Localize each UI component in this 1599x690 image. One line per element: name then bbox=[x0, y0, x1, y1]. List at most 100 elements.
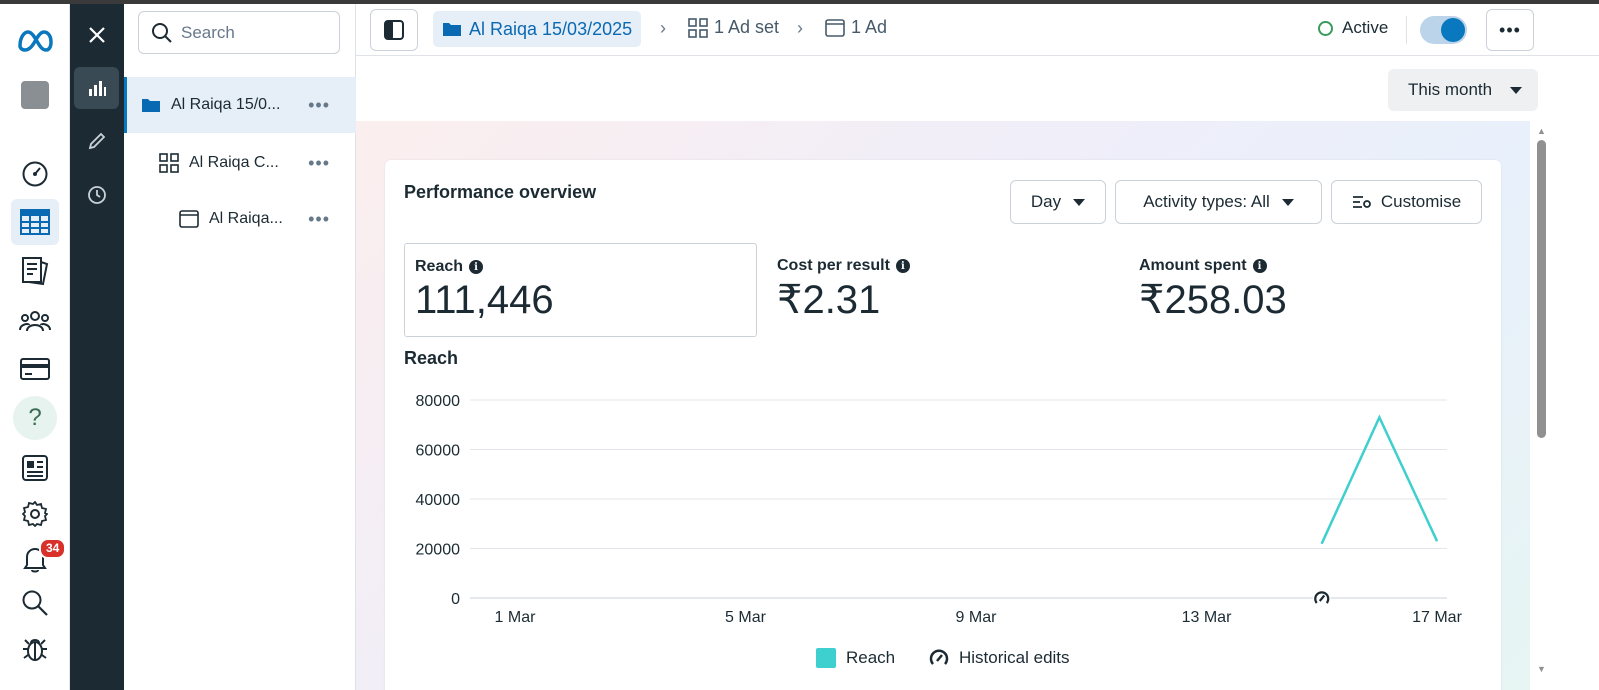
search-icon[interactable] bbox=[11, 580, 59, 626]
close-panel-button[interactable] bbox=[74, 14, 119, 56]
breadcrumb-ad-label: 1 Ad bbox=[851, 17, 888, 37]
data-point bbox=[1321, 543, 1323, 545]
caret-down-icon bbox=[1073, 198, 1086, 206]
active-toggle[interactable] bbox=[1420, 16, 1467, 44]
x-tick-label: 17 Mar bbox=[1412, 609, 1462, 626]
settings-gear-icon[interactable] bbox=[11, 491, 59, 537]
ads-manager-table-icon[interactable] bbox=[11, 199, 59, 245]
legend-swatch bbox=[816, 648, 836, 668]
adset-grid-icon bbox=[688, 17, 708, 38]
breadcrumb-campaign-label: Al Raiqa 15/03/2025 bbox=[469, 18, 633, 39]
customise-label: Customise bbox=[1380, 192, 1462, 211]
date-range-dropdown[interactable]: This month bbox=[1388, 69, 1538, 111]
status-indicator: Active bbox=[1318, 18, 1388, 38]
notifications-bell-icon[interactable]: 34 bbox=[11, 536, 67, 582]
tree-item-adset[interactable]: Al Raiqa C... ••• bbox=[124, 135, 356, 191]
audiences-icon[interactable] bbox=[11, 298, 59, 344]
metric-cost-per-result[interactable]: Cost per result i ₹2.31 bbox=[767, 243, 1107, 337]
adset-grid-icon bbox=[159, 153, 179, 173]
billing-card-icon[interactable] bbox=[11, 346, 59, 392]
info-icon[interactable]: i bbox=[469, 260, 484, 274]
toggle-sidebar-button[interactable] bbox=[370, 9, 418, 51]
chevron-right-icon: › bbox=[797, 18, 803, 38]
legend-label: Reach bbox=[846, 648, 896, 667]
more-options-icon[interactable]: ••• bbox=[308, 95, 330, 116]
search-icon bbox=[152, 22, 172, 43]
scroll-up-arrow-icon[interactable]: ▲ bbox=[1537, 126, 1546, 136]
date-range-label: This month bbox=[1408, 80, 1493, 99]
clock-icon bbox=[87, 186, 106, 204]
breadcrumb-ad[interactable]: 1 Ad bbox=[825, 17, 887, 38]
folder-icon bbox=[443, 23, 461, 36]
breadcrumb-campaign[interactable]: Al Raiqa 15/03/2025 bbox=[433, 11, 642, 47]
search-input[interactable]: Search bbox=[138, 11, 340, 54]
customise-button[interactable]: Customise bbox=[1331, 180, 1482, 224]
activity-types-label: Activity types: All bbox=[1143, 192, 1270, 211]
day-dropdown[interactable]: Day bbox=[1010, 180, 1106, 224]
scroll-down-arrow-icon[interactable]: ▼ bbox=[1537, 664, 1546, 674]
y-tick-label: 20000 bbox=[416, 542, 461, 559]
bar-chart-icon bbox=[88, 81, 106, 96]
series-line-reach bbox=[1320, 414, 1439, 545]
avatar-image bbox=[21, 81, 49, 109]
activity-types-dropdown[interactable]: Activity types: All bbox=[1115, 180, 1322, 224]
breadcrumb-adset[interactable]: 1 Ad set bbox=[688, 17, 779, 38]
x-tick-label: 9 Mar bbox=[956, 609, 998, 626]
card-title: Performance overview bbox=[404, 182, 597, 202]
help-button[interactable]: ? bbox=[11, 395, 59, 441]
tree-item-ad[interactable]: Al Raiqa... ••• bbox=[124, 191, 356, 247]
metric-value: ₹258.03 bbox=[1139, 278, 1287, 322]
y-tick-label: 40000 bbox=[416, 492, 461, 509]
account-avatar[interactable] bbox=[11, 72, 59, 118]
more-options-icon[interactable]: ••• bbox=[308, 153, 330, 174]
header-divider bbox=[1406, 16, 1407, 44]
metric-label: Cost per result bbox=[777, 257, 890, 274]
notification-count-badge: 34 bbox=[39, 538, 67, 559]
news-icon[interactable] bbox=[11, 445, 59, 491]
meta-logo-icon[interactable] bbox=[11, 18, 59, 64]
reach-line-chart: 0 20000 40000 60000 80000 1 Mar 5 Mar 9 Mar 13 M… bbox=[416, 393, 1463, 626]
pencil-icon bbox=[88, 132, 105, 150]
more-actions-button[interactable]: ••• bbox=[1486, 9, 1534, 51]
tree-item-label: Al Raiqa 15/0... bbox=[171, 96, 281, 113]
metric-value: ₹2.31 bbox=[777, 278, 881, 322]
bug-report-icon[interactable] bbox=[11, 626, 59, 672]
info-icon[interactable]: i bbox=[895, 259, 910, 273]
x-tick-label: 13 Mar bbox=[1182, 609, 1232, 626]
caret-down-icon bbox=[1510, 86, 1523, 94]
dashboard-icon[interactable] bbox=[11, 151, 59, 197]
tree-item-campaign[interactable]: Al Raiqa 15/0... ••• bbox=[124, 77, 356, 133]
caret-down-icon bbox=[1281, 198, 1294, 206]
breadcrumb-adset-label: 1 Ad set bbox=[714, 17, 780, 37]
folder-icon bbox=[141, 97, 161, 113]
metric-value: 111,446 bbox=[415, 278, 554, 322]
history-button[interactable] bbox=[74, 174, 119, 216]
info-icon[interactable]: i bbox=[1252, 259, 1267, 273]
metric-label: Reach bbox=[415, 258, 464, 275]
performance-overview-card: Performance overview Day Activity types:… bbox=[385, 160, 1501, 690]
historical-edit-icon bbox=[929, 649, 949, 665]
tool-rail bbox=[70, 4, 124, 690]
pages-icon[interactable] bbox=[11, 248, 59, 294]
edit-button[interactable] bbox=[74, 120, 119, 162]
y-tick-label: 0 bbox=[451, 591, 460, 608]
data-point bbox=[1436, 540, 1438, 542]
legend-reach[interactable]: Reach bbox=[816, 648, 895, 668]
data-point bbox=[1378, 416, 1380, 418]
x-tick-label: 5 Mar bbox=[725, 609, 767, 626]
sidebar-panel-icon bbox=[384, 20, 404, 40]
scrollbar-thumb[interactable] bbox=[1537, 140, 1546, 438]
legend-historical-edits[interactable]: Historical edits bbox=[929, 648, 1070, 668]
close-icon bbox=[88, 27, 105, 43]
x-tick-label: 1 Mar bbox=[495, 609, 537, 626]
breadcrumb-header: Al Raiqa 15/03/2025 › 1 Ad set › 1 Ad Ac… bbox=[356, 4, 1599, 56]
metric-reach[interactable]: Reach i 111,446 bbox=[404, 243, 757, 337]
metric-amount-spent[interactable]: Amount spent i ₹258.03 bbox=[1129, 243, 1469, 337]
search-placeholder: Search bbox=[181, 22, 235, 42]
main-content: Al Raiqa 15/03/2025 › 1 Ad set › 1 Ad Ac… bbox=[356, 4, 1599, 690]
more-options-icon[interactable]: ••• bbox=[308, 209, 330, 230]
performance-chart-button[interactable] bbox=[74, 67, 119, 109]
ad-window-icon bbox=[179, 210, 199, 228]
tree-item-label: Al Raiqa... bbox=[209, 210, 283, 227]
toggle-knob bbox=[1441, 18, 1465, 42]
